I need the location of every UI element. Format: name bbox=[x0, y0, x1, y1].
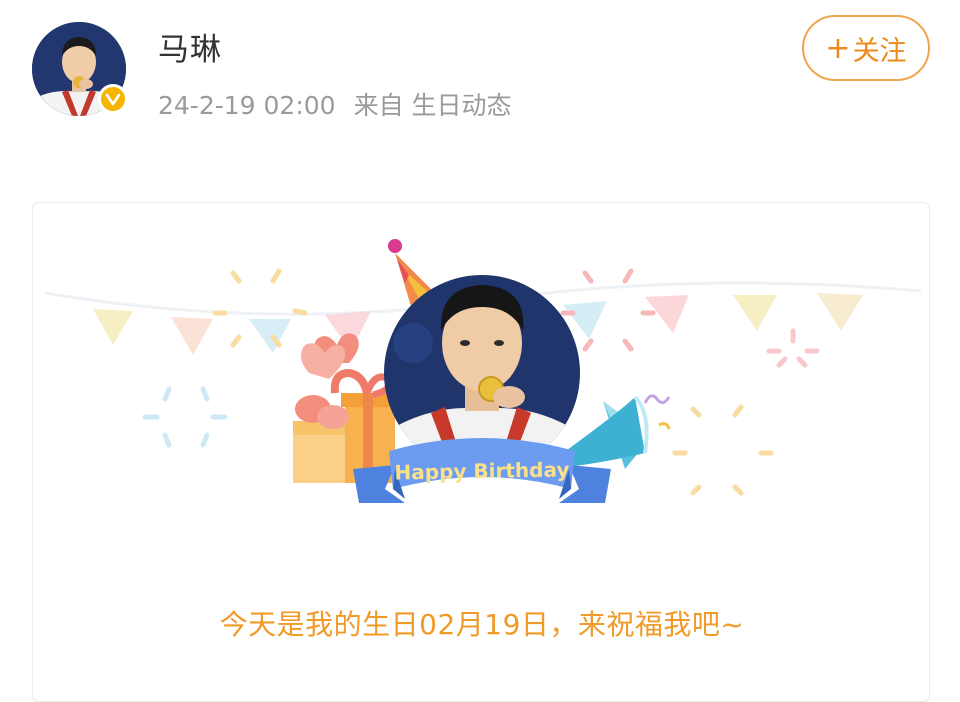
birthday-message: 今天是我的生日02月19日，来祝福我吧~ bbox=[219, 608, 745, 641]
gift-box-icon bbox=[293, 333, 399, 483]
party-horn-icon bbox=[563, 394, 671, 469]
follow-button[interactable]: + 关注 bbox=[802, 15, 930, 81]
follow-label: 关注 bbox=[852, 35, 907, 67]
banner-text: Happy Birthday bbox=[394, 457, 569, 484]
post-time: 24-2-19 02:00 bbox=[158, 91, 336, 120]
author-name[interactable]: 马琳 bbox=[158, 24, 222, 69]
verified-badge-icon bbox=[98, 84, 128, 114]
post-source[interactable]: 来自 生日动态 bbox=[354, 91, 512, 120]
author-avatar-wrap[interactable] bbox=[32, 22, 128, 116]
birthday-illustration: Happy Birthday bbox=[44, 239, 922, 503]
birthday-card[interactable]: Happy Birthday 今天是我的生日02月19日，来祝福我吧~ bbox=[32, 202, 930, 702]
post-header: 马琳 24-2-19 02:00 来自 生日动态 + 关注 bbox=[0, 0, 960, 150]
post-meta: 24-2-19 02:00 来自 生日动态 bbox=[158, 86, 530, 122]
plus-icon: + bbox=[825, 30, 851, 66]
